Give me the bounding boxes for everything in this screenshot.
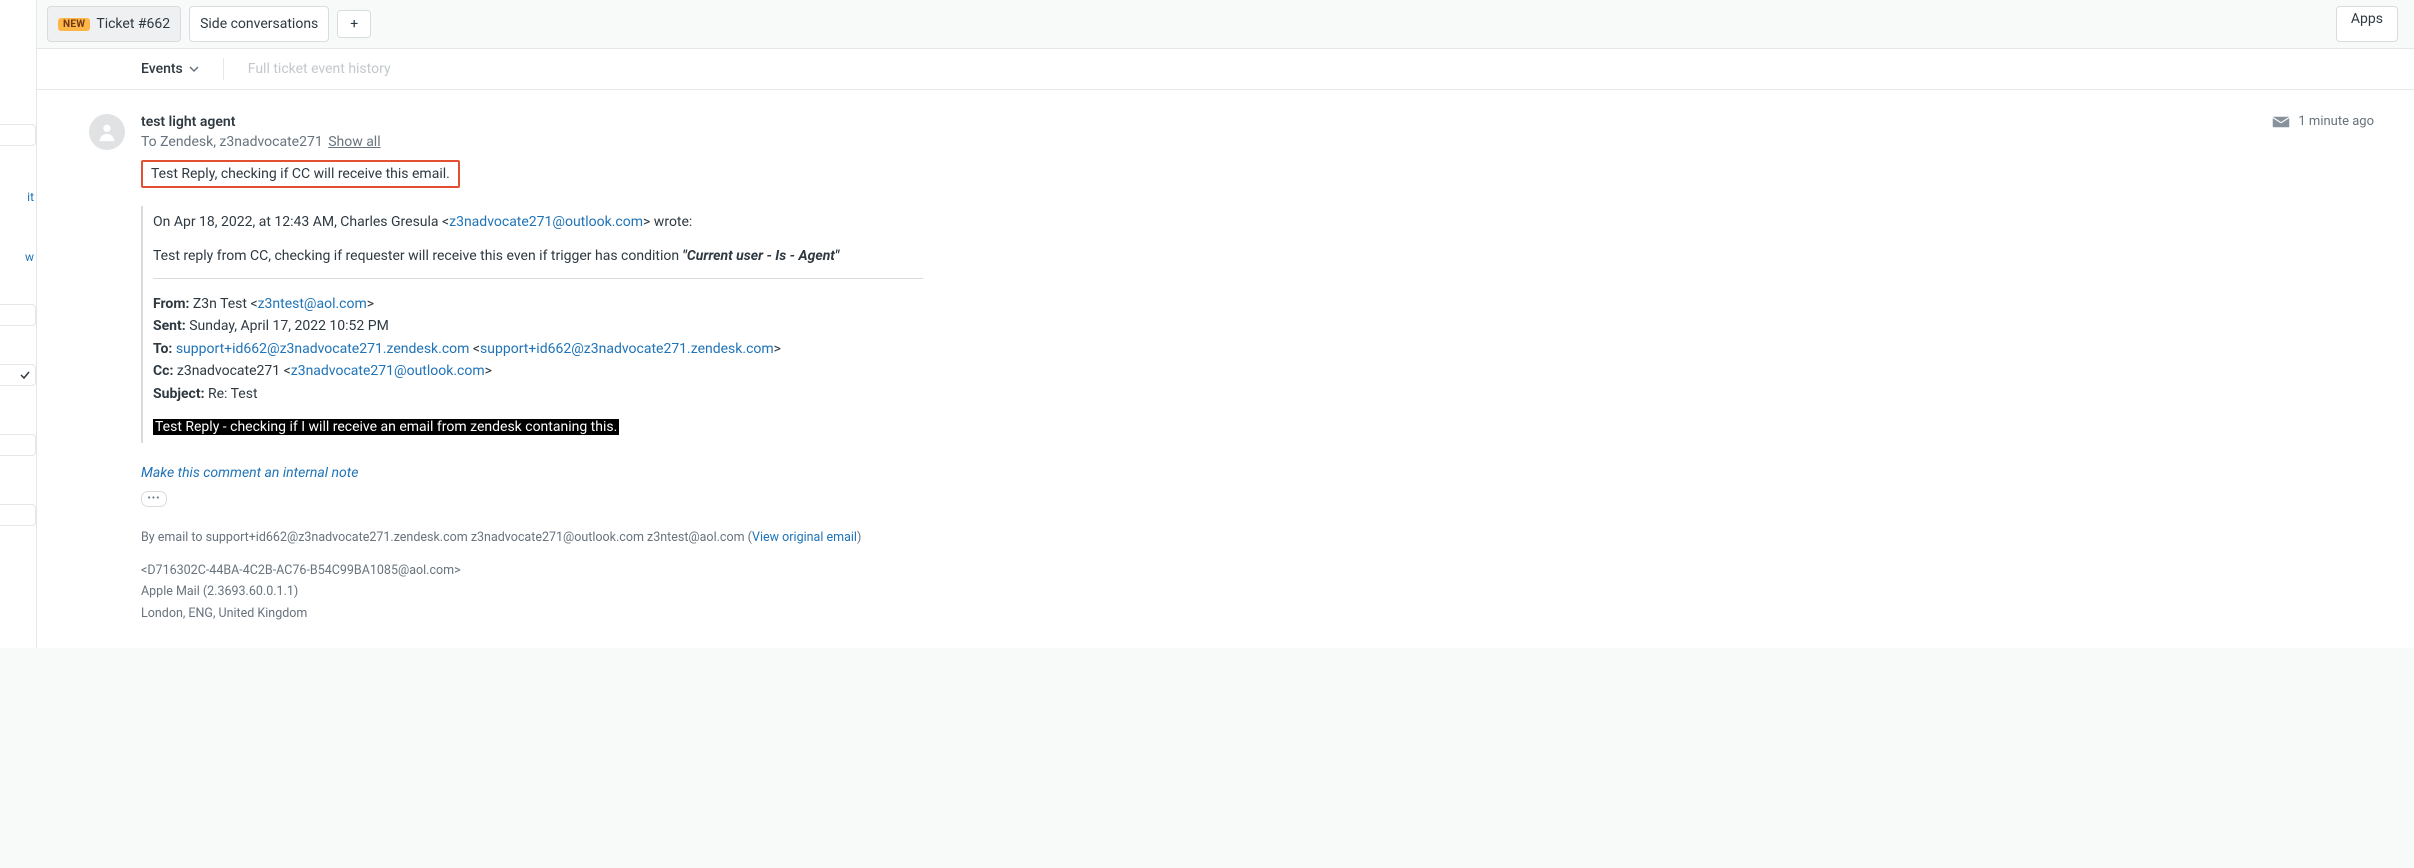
recipients-prefix: To (141, 134, 157, 150)
user-icon (96, 121, 118, 143)
from-email-link[interactable]: z3ntest@aol.com (258, 296, 367, 312)
events-label: Events (141, 61, 183, 77)
quote-divider (153, 278, 923, 279)
entry-timestamp: 1 minute ago (2272, 114, 2374, 129)
sender-location: London, ENG, United Kingdom (141, 603, 2374, 624)
conversation-entry: test light agent To Zendesk, z3nadvocate… (37, 90, 2414, 648)
to-email-link-1[interactable]: support+id662@z3nadvocate271.zendesk.com (176, 341, 470, 357)
expand-ellipsis[interactable]: ••• (141, 491, 167, 507)
avatar (89, 114, 125, 150)
left-rail-card-2[interactable] (0, 304, 36, 326)
tab-side-conversations-label: Side conversations (200, 16, 318, 32)
tab-ticket-662[interactable]: NEW Ticket #662 (47, 6, 181, 42)
left-rail-check-card[interactable] (0, 364, 36, 386)
quote-intro-email-link[interactable]: z3nadvocate271@outlook.com (449, 214, 643, 230)
left-rail-link-1[interactable]: it (0, 190, 36, 204)
show-all-recipients[interactable]: Show all (328, 134, 380, 150)
left-rail-card-4[interactable] (0, 504, 36, 526)
timestamp-text: 1 minute ago (2298, 114, 2374, 129)
black-highlight-text: Test Reply - checking if I will receive … (153, 419, 619, 435)
recipients-list: Zendesk, z3nadvocate271 (160, 134, 323, 150)
quoted-email: On Apr 18, 2022, at 12:43 AM, Charles Gr… (141, 206, 923, 443)
make-internal-note-link[interactable]: Make this comment an internal note (141, 465, 358, 481)
sender-name: test light agent (141, 114, 381, 130)
event-history-hint: Full ticket event history (248, 61, 391, 77)
entry-metadata: By email to support+id662@z3nadvocate271… (141, 527, 2374, 624)
apps-button[interactable]: Apps (2336, 6, 2398, 42)
message-id: <D716302C-44BA-4C2B-AC76-B54C99BA1085@ao… (141, 560, 2374, 581)
left-rail-card[interactable] (0, 124, 36, 146)
tab-bar: NEW Ticket #662 Side conversations + App… (37, 0, 2414, 48)
divider (223, 58, 224, 80)
ticket-content: test light agent To Zendesk, z3nadvocate… (37, 90, 2414, 648)
chevron-down-icon (189, 64, 199, 74)
left-rail: it w (0, 0, 37, 648)
check-icon (19, 369, 31, 381)
tab-add[interactable]: + (337, 10, 371, 38)
recipients-line: To Zendesk, z3nadvocate271 Show all (141, 134, 381, 150)
tab-ticket-label: Ticket #662 (96, 16, 170, 32)
events-dropdown[interactable]: Events (141, 61, 199, 77)
highlighted-reply: Test Reply, checking if CC will receive … (141, 160, 460, 188)
plus-icon: + (350, 16, 358, 32)
tab-side-conversations[interactable]: Side conversations (189, 6, 329, 42)
mail-icon (2272, 116, 2290, 128)
mail-client: Apple Mail (2.3693.60.0.1.1) (141, 581, 2374, 602)
to-email-link-2[interactable]: support+id662@z3nadvocate271.zendesk.com (480, 341, 774, 357)
left-rail-card-3[interactable] (0, 434, 36, 456)
cc-reply-line: Test reply from CC, checking if requeste… (153, 248, 923, 264)
apps-button-label: Apps (2351, 11, 2383, 27)
quote-intro: On Apr 18, 2022, at 12:43 AM, Charles Gr… (153, 214, 923, 230)
left-rail-link-2[interactable]: w (0, 250, 36, 264)
original-headers: From: Z3n Test <z3ntest@aol.com> Sent: S… (153, 293, 923, 405)
status-badge-new: NEW (58, 18, 90, 31)
view-original-email-link[interactable]: View original email (752, 530, 857, 545)
sub-header: Events Full ticket event history (37, 48, 2414, 90)
cc-email-link[interactable]: z3nadvocate271@outlook.com (291, 363, 485, 379)
trigger-condition: "Current user - Is - Agent" (683, 248, 840, 264)
